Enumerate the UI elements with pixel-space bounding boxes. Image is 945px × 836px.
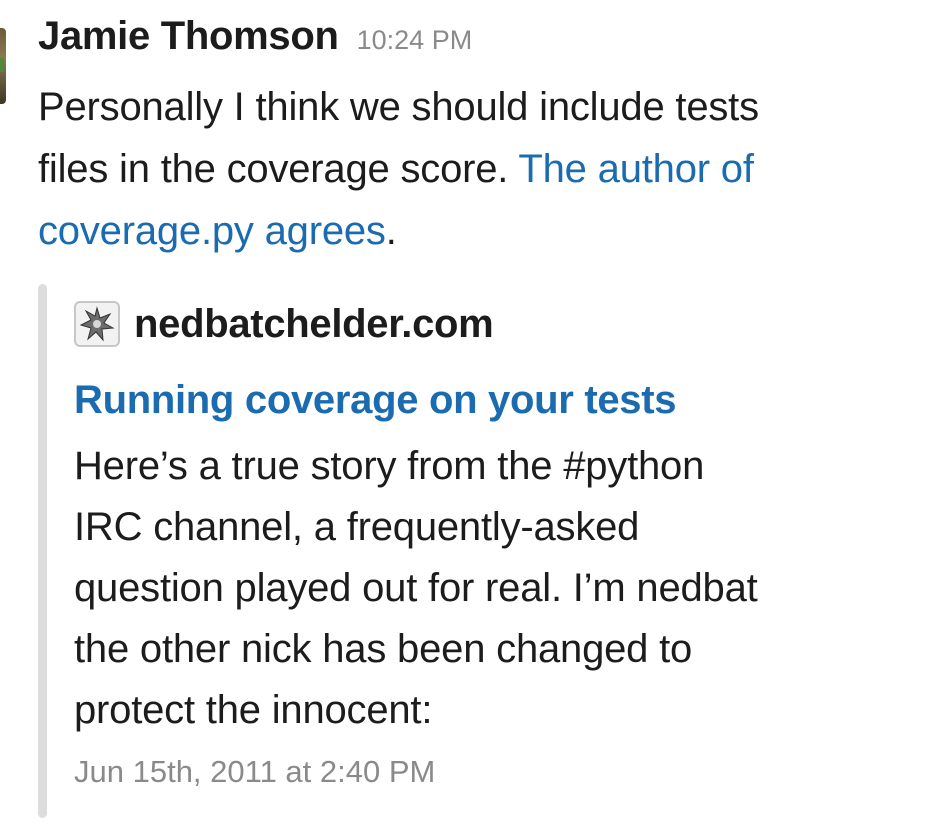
message-line-3: coverage.py agrees. (38, 200, 945, 262)
message-link-part-2[interactable]: coverage.py agrees (38, 209, 386, 253)
message-link-part-1[interactable]: The author of (518, 147, 754, 191)
attachment-text-line: the other nick has been changed to (74, 627, 693, 671)
message-line-1: Personally I think we should include tes… (38, 85, 759, 129)
attachment-bar (38, 284, 47, 818)
avatar[interactable] (0, 28, 6, 104)
attachment-footer-date: Jun 15th, 2011 at 2:40 PM (74, 754, 436, 789)
attachment-text-line: protect the innocent: (74, 688, 433, 732)
message-line-2: files in the coverage score. The author … (38, 138, 945, 200)
attachment-text-line: Here’s a true story from the #python (74, 444, 705, 488)
message-header: Jamie Thomson 10:24 PM (38, 14, 945, 76)
message-timestamp[interactable]: 10:24 PM (357, 25, 473, 56)
message-text-segment: files in the coverage score. (38, 147, 519, 191)
author-name[interactable]: Jamie Thomson (38, 14, 339, 59)
attachment-title-link[interactable]: Running coverage on your tests (74, 364, 945, 436)
attachment-text-line: question played out for real. I’m nedbat (74, 566, 758, 610)
attachment-text-line: IRC channel, a frequently-asked (74, 505, 640, 549)
attachment-service-name[interactable]: nedbatchelder.com (134, 302, 494, 347)
attachment-service: nedbatchelder.com (74, 284, 945, 364)
site-favicon-icon (74, 301, 120, 347)
link-attachment: nedbatchelder.com Running coverage on yo… (38, 284, 945, 818)
message: Jamie Thomson 10:24 PM Personally I thin… (38, 14, 945, 262)
attachment-content: nedbatchelder.com Running coverage on yo… (74, 284, 945, 797)
message-view: Jamie Thomson 10:24 PM Personally I thin… (0, 0, 945, 836)
message-text-period: . (385, 209, 397, 253)
